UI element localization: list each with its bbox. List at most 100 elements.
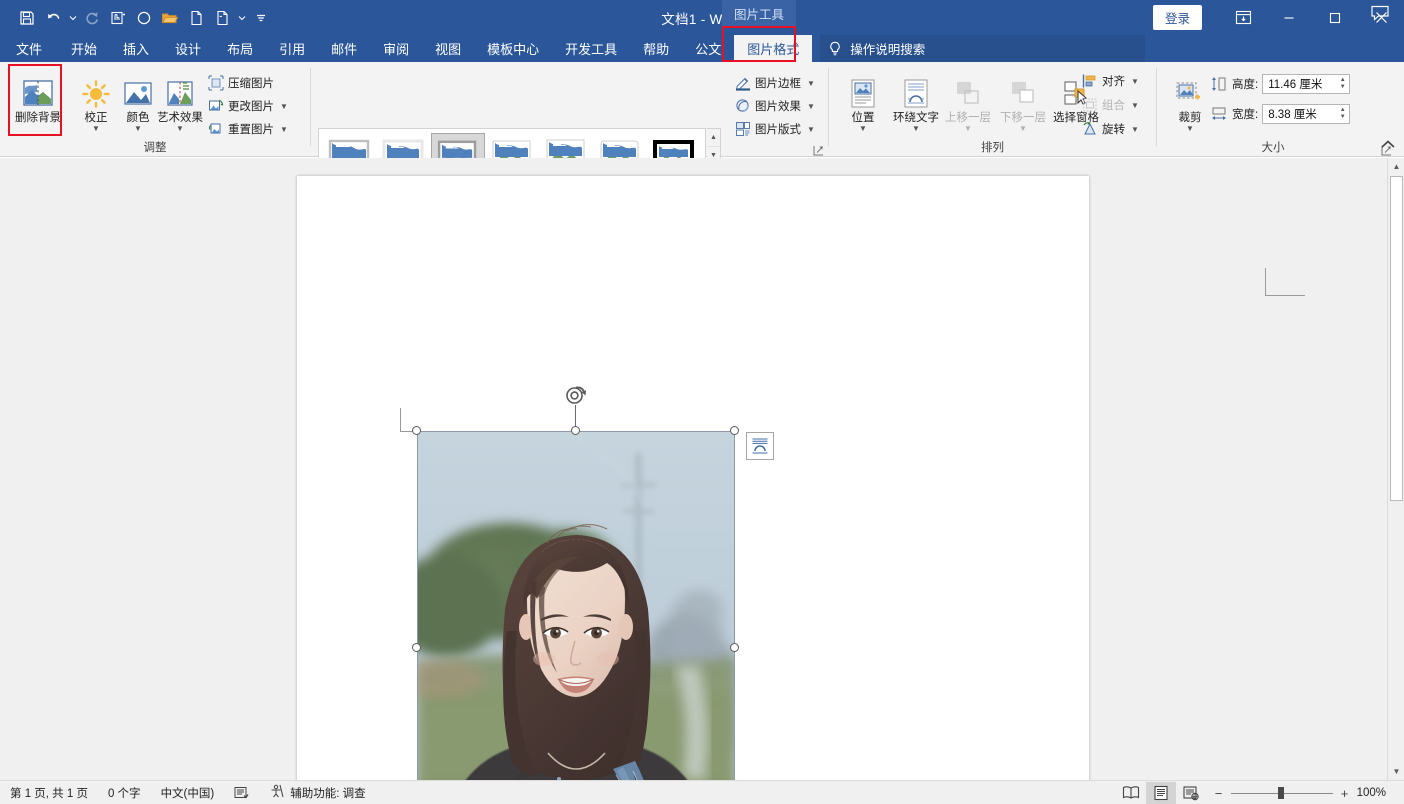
page-info[interactable]: 第 1 页, 共 1 页 [0, 785, 98, 801]
tell-me-search-box[interactable]: 操作说明搜索 [820, 35, 1146, 62]
zoom-slider-thumb[interactable] [1277, 787, 1284, 799]
picture-layout-label: 图片版式 [755, 124, 801, 136]
picture-styles-dialog-launcher-icon[interactable] [813, 143, 824, 156]
maximize-button[interactable] [1312, 0, 1358, 35]
picture-effects-icon [735, 98, 751, 114]
tab-home[interactable]: 开始 [58, 35, 110, 62]
comments-icon[interactable] [1370, 4, 1390, 22]
status-bar: 第 1 页, 共 1 页 0 个字 中文(中国) 辅助功能: 调查 − + 10… [0, 780, 1404, 804]
resize-handle-top-center[interactable] [571, 426, 580, 435]
touch-mouse-mode-icon[interactable] [105, 5, 131, 31]
zoom-control[interactable]: − + 100% [1206, 786, 1404, 801]
tab-official-document[interactable]: 公文 [682, 35, 734, 62]
vertical-scrollbar[interactable]: ▲ ▼ [1387, 158, 1404, 780]
accessibility-status[interactable]: 辅助功能: 调查 [259, 784, 375, 801]
tab-file[interactable]: 文件 [0, 35, 58, 62]
save-icon[interactable] [14, 5, 40, 31]
zoom-in-button[interactable]: + [1340, 786, 1350, 801]
position-button[interactable]: 位置 ▼ [835, 72, 891, 133]
new-from-template-icon[interactable] [209, 5, 235, 31]
shape-height-input[interactable]: 11.46 厘米 ▲ ▼ [1262, 74, 1351, 94]
quick-access-toolbar [0, 0, 274, 35]
zoom-level-label[interactable]: 100% [1357, 787, 1396, 799]
rotate-button[interactable]: 旋转 ▼ [1082, 118, 1139, 140]
selected-picture[interactable] [412, 386, 739, 780]
shape-width-stepper[interactable]: ▲ ▼ [1336, 105, 1349, 123]
rotate-icon [1082, 121, 1098, 137]
artistic-effects-dropdown-icon[interactable]: ▼ [152, 125, 208, 133]
language-indicator[interactable]: 中文(中国) [151, 785, 225, 801]
ellipse-icon[interactable] [131, 5, 157, 31]
tab-help[interactable]: 帮助 [630, 35, 682, 62]
align-dropdown-icon[interactable]: ▼ [1131, 77, 1139, 86]
picture-border-button[interactable]: 图片边框 ▼ [735, 72, 815, 94]
word-application-window: 文档1 - Word 图片工具 登录 文件 开始 插入 设计 布局 引用 邮件 [0, 0, 1404, 804]
tab-references[interactable]: 引用 [266, 35, 318, 62]
rotate-dropdown-icon[interactable]: ▼ [1131, 125, 1139, 134]
change-picture-dropdown-icon[interactable]: ▼ [280, 102, 288, 111]
minimize-button[interactable] [1266, 0, 1312, 35]
compress-pictures-button[interactable]: 压缩图片 [208, 72, 274, 94]
ribbon-display-options-icon[interactable] [1220, 0, 1266, 35]
picture-layout-dropdown-icon[interactable]: ▼ [807, 125, 815, 134]
read-mode-view-button[interactable] [1116, 782, 1146, 804]
open-icon[interactable] [157, 5, 183, 31]
picture-layout-button[interactable]: 图片版式 ▼ [735, 118, 815, 140]
sign-in-button[interactable]: 登录 [1152, 5, 1202, 30]
undo-icon[interactable] [40, 5, 66, 31]
align-button[interactable]: 对齐 ▼ [1082, 70, 1139, 92]
print-layout-view-button[interactable] [1145, 782, 1176, 804]
group-separator-1 [310, 68, 311, 146]
shape-height-stepper[interactable]: ▲ ▼ [1336, 75, 1349, 93]
shape-width-input[interactable]: 8.38 厘米 ▲ ▼ [1262, 104, 1351, 124]
new-doc-icon[interactable] [183, 5, 209, 31]
tab-developer[interactable]: 开发工具 [552, 35, 630, 62]
tab-view[interactable]: 视图 [422, 35, 474, 62]
tab-template-center[interactable]: 模板中心 [474, 35, 552, 62]
ribbon: 删除背景 校正 ▼ 颜色 ▼ 艺术效果 ▼ 压缩图片 更改图片 ▼ 重置图片 ▼… [0, 62, 1404, 183]
tab-review[interactable]: 审阅 [370, 35, 422, 62]
gallery-scroll-up-icon[interactable]: ▲ [707, 129, 720, 147]
wrap-text-dropdown-icon[interactable]: ▼ [888, 125, 944, 133]
layout-options-icon[interactable] [746, 432, 774, 460]
change-picture-button[interactable]: 更改图片 ▼ [208, 95, 288, 117]
picture-border-dropdown-icon[interactable]: ▼ [807, 79, 815, 88]
zoom-out-button[interactable]: − [1214, 786, 1224, 801]
web-layout-view-button[interactable] [1176, 782, 1206, 804]
remove-background-icon [20, 72, 56, 110]
artistic-effects-button[interactable]: 艺术效果 ▼ [152, 72, 208, 133]
rotate-handle-icon[interactable] [564, 383, 588, 407]
resize-handle-top-right[interactable] [730, 426, 739, 435]
reset-picture-dropdown-icon[interactable]: ▼ [280, 125, 288, 134]
tab-design[interactable]: 设计 [162, 35, 214, 62]
ribbon-group-adjust: 删除背景 校正 ▼ 颜色 ▼ 艺术效果 ▼ 压缩图片 更改图片 ▼ 重置图片 ▼… [0, 62, 310, 157]
wrap-text-button[interactable]: 环绕文字 ▼ [888, 72, 944, 133]
crop-dropdown-icon[interactable]: ▼ [1162, 125, 1218, 133]
zoom-slider[interactable] [1230, 787, 1333, 799]
tab-layout[interactable]: 布局 [214, 35, 266, 62]
word-count[interactable]: 0 个字 [98, 785, 151, 801]
scroll-up-icon[interactable]: ▲ [1388, 158, 1404, 175]
new-doc-dropdown-icon[interactable] [235, 5, 248, 31]
picture-effects-button[interactable]: 图片效果 ▼ [735, 95, 815, 117]
shape-height-value: 11.46 厘米 [1268, 79, 1323, 91]
shape-height-label: 高度: [1232, 79, 1259, 91]
send-backward-button: 下移一层 ▼ [995, 72, 1051, 133]
customize-qat-icon[interactable] [248, 5, 274, 31]
tab-insert[interactable]: 插入 [110, 35, 162, 62]
picture-effects-dropdown-icon[interactable]: ▼ [807, 102, 815, 111]
scroll-down-icon[interactable]: ▼ [1388, 763, 1404, 780]
position-dropdown-icon[interactable]: ▼ [835, 125, 891, 133]
tab-mailings[interactable]: 邮件 [318, 35, 370, 62]
remove-background-button[interactable]: 删除背景 [10, 72, 66, 124]
resize-handle-middle-left[interactable] [412, 643, 421, 652]
resize-handle-top-left[interactable] [412, 426, 421, 435]
reset-picture-button[interactable]: 重置图片 ▼ [208, 118, 288, 140]
resize-handle-middle-right[interactable] [730, 643, 739, 652]
tab-picture-format[interactable]: 图片格式 [734, 35, 813, 62]
align-label: 对齐 [1102, 76, 1125, 88]
undo-dropdown-icon[interactable] [66, 5, 79, 31]
proofing-errors-icon[interactable] [224, 786, 259, 800]
collapse-ribbon-button[interactable] [1378, 135, 1398, 153]
scrollbar-thumb[interactable] [1390, 176, 1403, 501]
